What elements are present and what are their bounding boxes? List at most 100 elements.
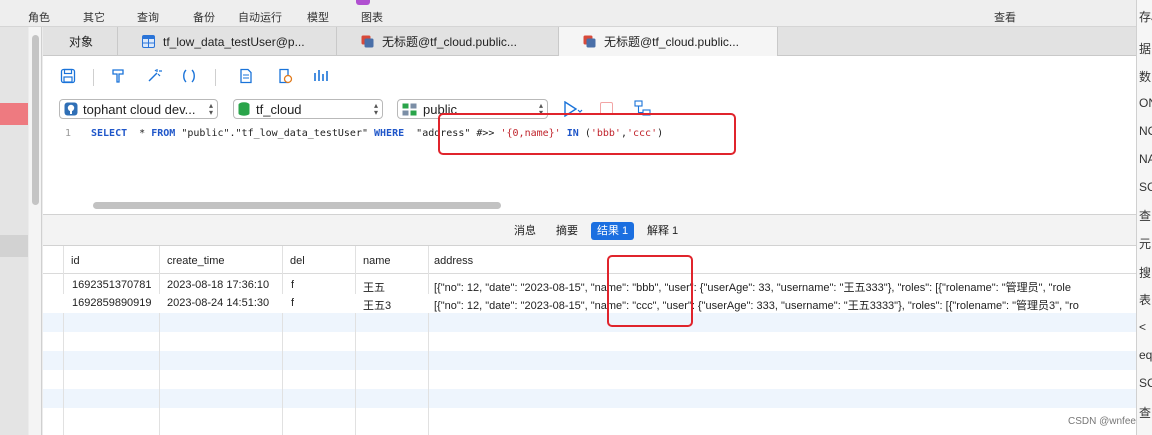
table-icon [142,35,155,48]
info-text: NO [1139,124,1152,138]
result-tabs: 消息 摘要 结果 1 解释 1 [43,214,1136,246]
where-clause-highlight [438,113,736,155]
chevron-updown-icon: ▴ ▾ [373,101,378,117]
info-text: 表 [1139,293,1152,307]
tab-explain-1[interactable]: 解释 1 [641,222,684,240]
name-value-highlight [607,255,693,327]
toolbar-divider [93,69,94,86]
format-icon[interactable] [109,68,127,86]
editor-hscroll-thumb[interactable] [93,202,501,209]
table-row-placeholder [43,313,1136,332]
cell-name[interactable]: 王五3 [363,297,391,313]
line-number: 1 [65,128,72,139]
toolbar-others[interactable]: 其它 [83,9,105,25]
toolbar-view[interactable]: 查看 [994,9,1016,25]
sql-table: "public"."tf_low_data_testUser" [181,128,368,139]
info-text: 查 [1139,209,1152,223]
info-text: ON [1139,96,1152,110]
cell-id[interactable]: 1692859890919 [72,297,157,309]
info-text: SC [1139,376,1152,390]
database-select[interactable]: tf_cloud ▴ ▾ [233,99,383,119]
postgres-icon [64,102,78,116]
column-header-address[interactable]: address [434,255,473,267]
table-row-placeholder [43,351,1136,370]
chart-icon [356,0,370,5]
database-label: tf_cloud [256,101,302,117]
snippet-icon[interactable] [276,68,294,86]
schema-icon [402,103,417,115]
tab-query-1[interactable]: 无标题@tf_cloud.public... [337,27,559,56]
cell-name[interactable]: 王五 [363,279,385,295]
column-header-del[interactable]: del [290,255,305,267]
info-text: 据 [1139,42,1152,56]
toolbar-query[interactable]: 查询 [137,9,159,25]
toolbar-backup[interactable]: 备份 [193,9,215,25]
toolbar-automation[interactable]: 自动运行 [238,9,282,25]
tab-query-2[interactable]: 无标题@tf_cloud.public... [559,27,778,56]
column-header-id[interactable]: id [71,255,80,267]
info-text: eq [1139,348,1152,362]
table-row-placeholder [43,332,1136,351]
query-icon [583,35,596,48]
toolbar-roles[interactable]: 角色 [28,9,50,25]
column-header-create-time[interactable]: create_time [167,255,224,267]
selected-connection-marker[interactable] [0,103,28,125]
table-row-placeholder [43,408,1136,427]
tab-label: 对象 [69,35,94,49]
explain-icon[interactable] [311,68,329,86]
sql-keyword: FROM [151,128,176,139]
toolbar-divider [215,69,216,86]
navigation-pane [0,27,28,435]
tab-table[interactable]: tf_low_data_testUser@p... [118,27,337,56]
table-row[interactable]: 1692859890919 2023-08-24 14:51:30 f 王五3 … [43,294,1136,313]
sql-keyword: WHERE [374,128,405,139]
main-toolbar: 角色 其它 查询 备份 自动运行 模型 图表 查看 [0,0,1152,27]
scroll-thumb[interactable] [32,35,39,205]
document-icon[interactable] [237,68,255,86]
info-text: 元 [1139,237,1152,251]
toolbar-chart[interactable]: 图表 [361,9,383,25]
cell-create-time[interactable]: 2023-08-24 14:51:30 [167,297,280,309]
info-text: < [1139,320,1147,334]
cell-id[interactable]: 1692351370781 [72,279,157,291]
editor-tabs: 对象 tf_low_data_testUser@p... 无标题@tf_clou… [43,27,1136,56]
nav-item[interactable] [0,235,28,257]
cell-del[interactable]: f [291,297,294,309]
database-icon [238,102,250,116]
cell-create-time[interactable]: 2023-08-18 17:36:10 [167,279,280,291]
query-icon [361,35,374,48]
column-header-name[interactable]: name [363,255,391,267]
info-text: 存J [1139,10,1152,24]
info-pane: 存J 据 数 ON NO NA SC 查 元 搜 表 < eq SC 查 [1136,0,1152,435]
info-text: 查 [1139,406,1152,420]
brackets-icon[interactable] [180,68,198,86]
save-icon[interactable] [59,68,77,86]
tab-label: 无标题@tf_cloud.public... [382,35,517,49]
tab-label: 无标题@tf_cloud.public... [604,35,739,49]
magic-wand-icon[interactable] [145,68,163,86]
info-text: 数 [1139,70,1152,84]
watermark: CSDN @wnfee [1068,416,1136,427]
table-row[interactable]: 1692351370781 2023-08-18 17:36:10 f 王五 [… [43,275,1136,294]
cell-del[interactable]: f [291,279,294,291]
chevron-updown-icon: ▴ ▾ [208,101,213,117]
connection-label: tophant cloud dev... [83,101,196,117]
tab-label: tf_low_data_testUser@p... [163,34,305,49]
grid-header: id create_time del name address [43,246,1136,274]
tab-summary[interactable]: 摘要 [550,222,584,240]
tab-objects[interactable]: 对象 [43,27,118,56]
navigation-scrollbar[interactable] [29,27,42,435]
connection-select[interactable]: tophant cloud dev... ▴ ▾ [59,99,218,119]
info-text: 搜 [1139,266,1152,280]
cell-address[interactable]: [{"no": 12, "date": "2023-08-15", "name"… [434,297,1136,313]
tab-messages[interactable]: 消息 [508,222,542,240]
sql-token: * [139,128,152,139]
result-grid: id create_time del name address 16923513… [43,246,1136,435]
info-text: NA [1139,152,1152,166]
tab-result-1[interactable]: 结果 1 [591,222,635,240]
table-row-placeholder [43,370,1136,389]
cell-address[interactable]: [{"no": 12, "date": "2023-08-15", "name"… [434,279,1136,295]
table-row-placeholder [43,389,1136,408]
sql-keyword: SELECT [91,128,128,139]
toolbar-model[interactable]: 模型 [307,9,329,25]
